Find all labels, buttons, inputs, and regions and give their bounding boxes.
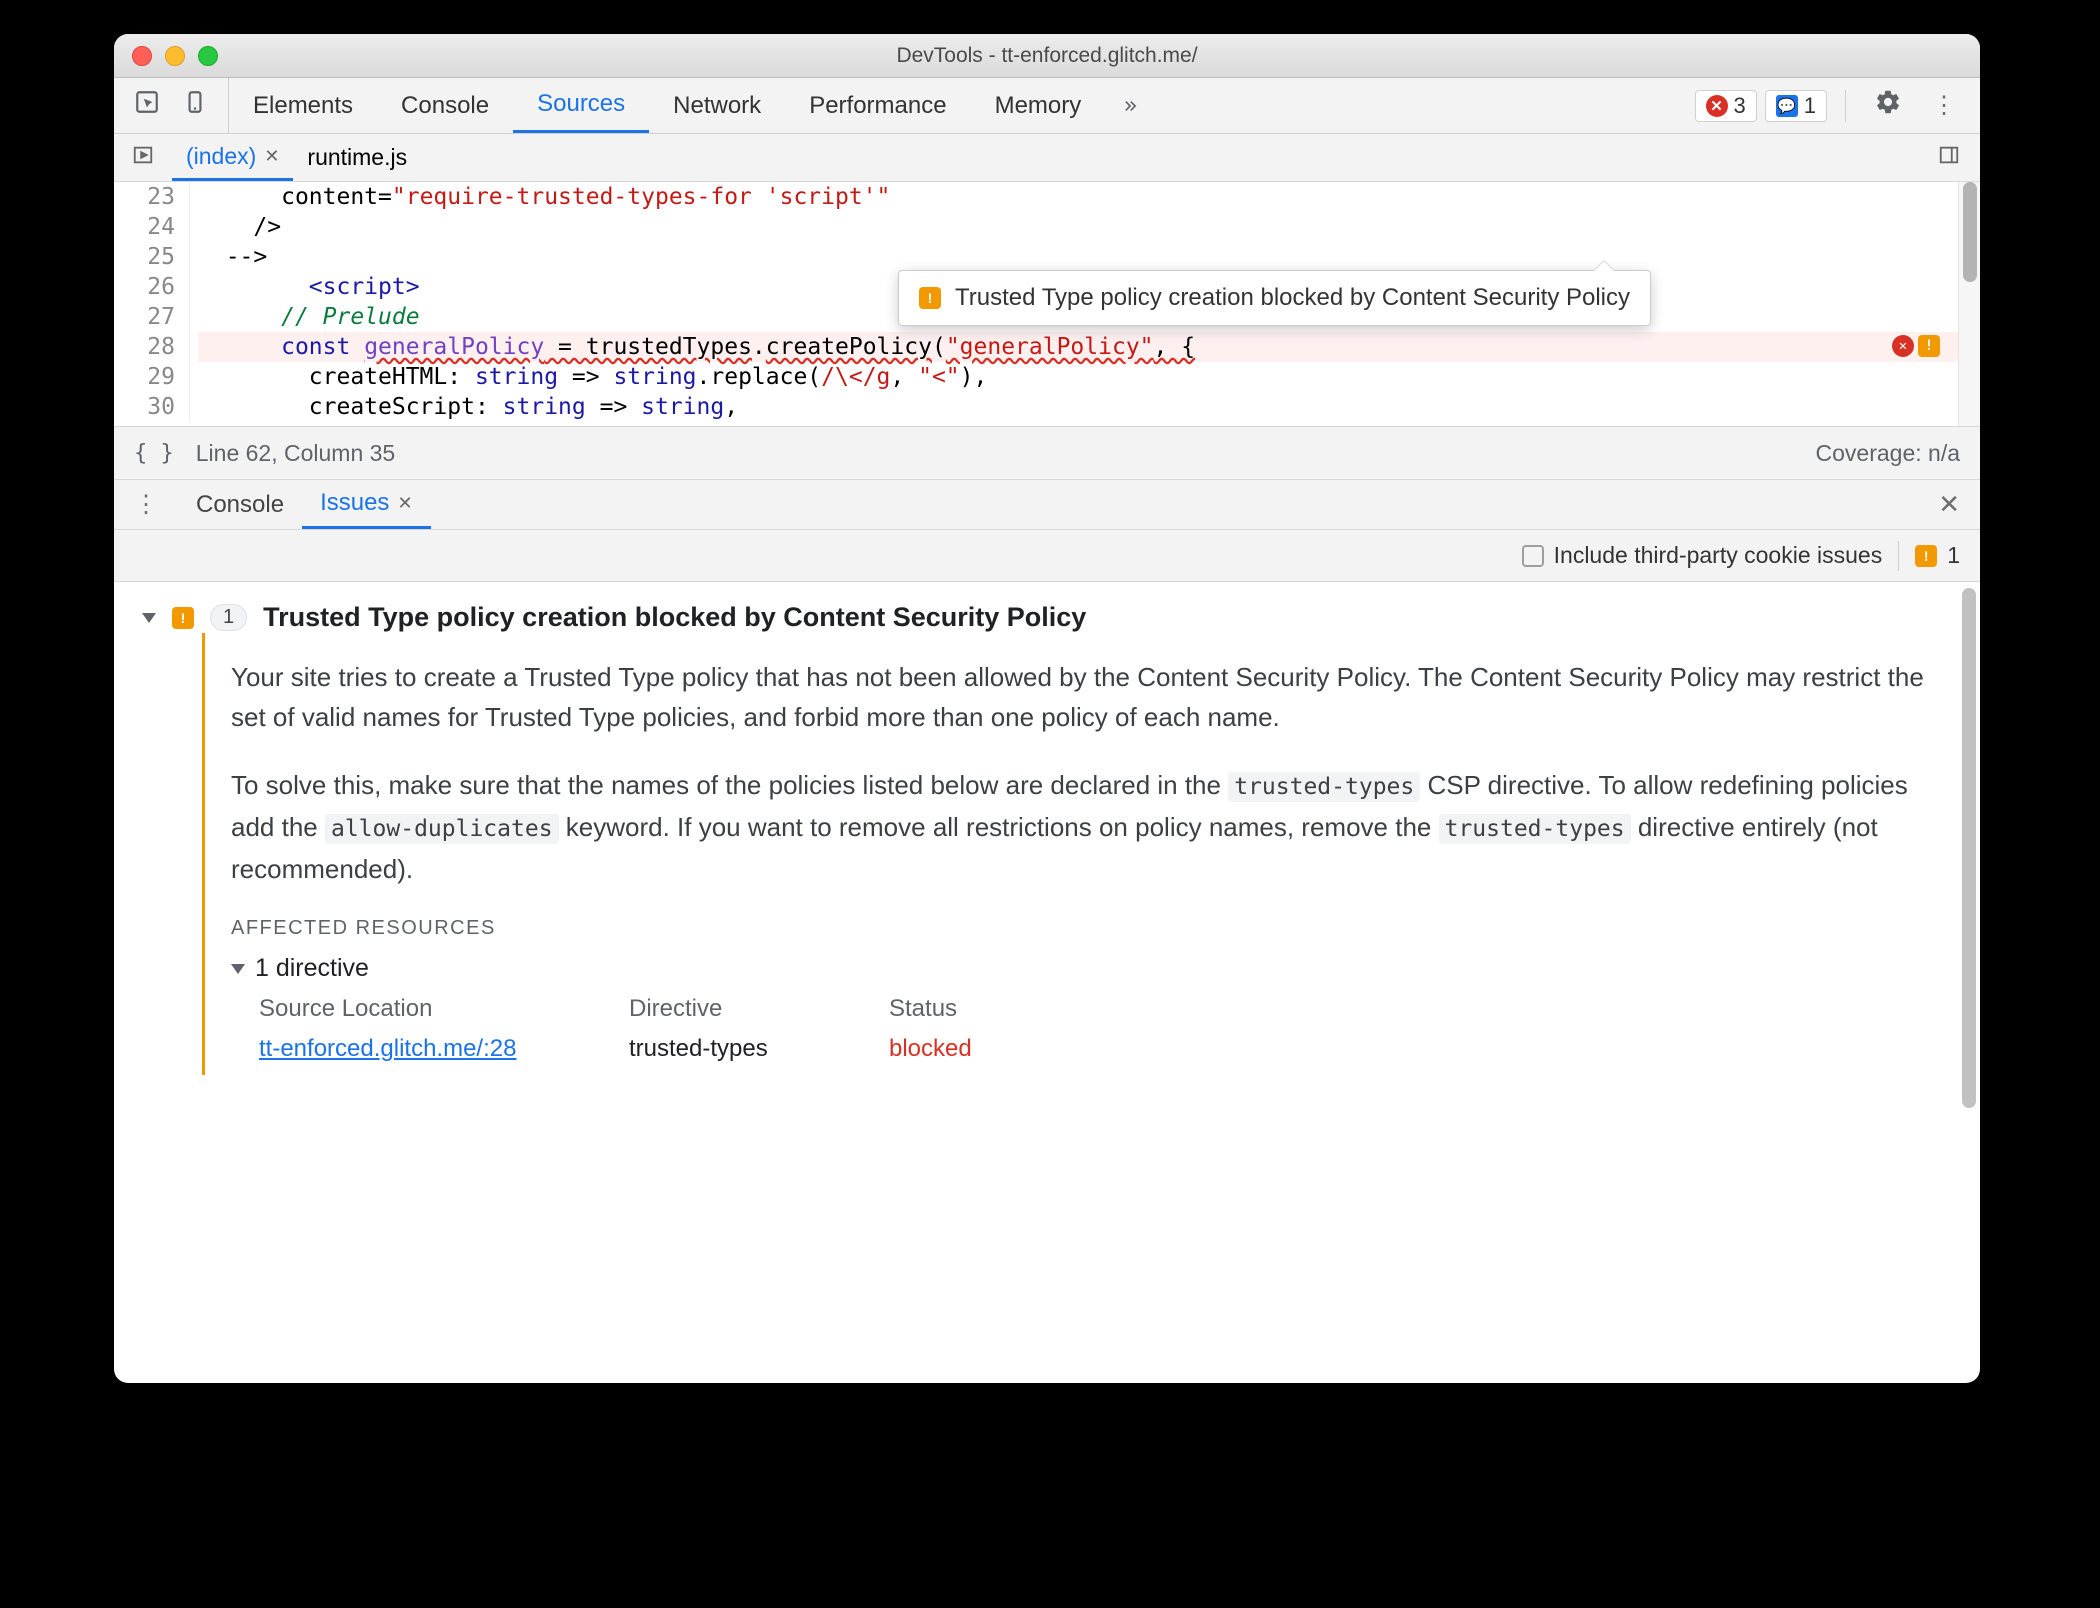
error-count-badge[interactable]: ✕ 3 [1695, 90, 1757, 122]
drawer-tabs: ⋮ ConsoleIssues✕ ✕ [114, 480, 1980, 530]
settings-button[interactable] [1864, 88, 1912, 123]
show-debugger-button[interactable] [1918, 144, 1980, 172]
directive-value: trusted-types [629, 1035, 839, 1063]
tab-performance[interactable]: Performance [785, 78, 970, 133]
more-options-button[interactable]: ⋮ [1920, 91, 1968, 120]
source-editor[interactable]: 2324252627282930 content="require-truste… [114, 182, 1980, 426]
scrollbar-thumb[interactable] [1962, 588, 1976, 1108]
minimize-window-button[interactable] [165, 46, 185, 66]
col-source-location: Source Location [259, 995, 579, 1023]
source-location-link[interactable]: tt-enforced.glitch.me/:28 [259, 1035, 516, 1062]
tab-memory[interactable]: Memory [971, 78, 1106, 133]
tab-network[interactable]: Network [649, 78, 785, 133]
editor-statusbar: { } Line 62, Column 35 Coverage: n/a [114, 426, 1980, 480]
drawer-tab-console[interactable]: Console [178, 480, 302, 529]
issue-header[interactable]: ! 1 Trusted Type policy creation blocked… [142, 602, 1952, 633]
chevron-down-icon[interactable] [142, 613, 156, 623]
warning-count: 1 [1947, 542, 1960, 569]
issue-paragraph-1: Your site tries to create a Trusted Type… [231, 657, 1952, 737]
table-header: Source Location Directive Status [259, 995, 1952, 1023]
warning-icon[interactable]: ! [1918, 335, 1940, 357]
col-directive: Directive [629, 995, 839, 1023]
message-icon: 💬 [1776, 95, 1798, 117]
message-count-badge[interactable]: 💬 1 [1765, 90, 1827, 122]
drawer-tab-issues[interactable]: Issues✕ [302, 480, 430, 529]
zoom-window-button[interactable] [198, 46, 218, 66]
table-row: tt-enforced.glitch.me/:28 trusted-types … [259, 1035, 1952, 1063]
issue-paragraph-2: To solve this, make sure that the names … [231, 765, 1952, 889]
file-tabs: (index)✕runtime.js [114, 134, 1980, 182]
col-status: Status [889, 995, 1029, 1023]
chevron-down-icon[interactable] [231, 964, 245, 974]
cursor-position: Line 62, Column 35 [196, 440, 395, 467]
file-tab[interactable]: runtime.js [293, 134, 421, 181]
error-count: 3 [1734, 93, 1746, 119]
main-tabs: ElementsConsoleSourcesNetworkPerformance… [114, 78, 1980, 134]
pretty-print-button[interactable]: { } [134, 441, 174, 466]
tab-elements[interactable]: Elements [229, 78, 377, 133]
include-third-party-checkbox[interactable]: Include third-party cookie issues [1522, 542, 1883, 569]
window-title: DevTools - tt-enforced.glitch.me/ [114, 44, 1980, 68]
issue-content: Your site tries to create a Trusted Type… [202, 633, 1952, 1075]
directive-summary-row[interactable]: 1 directive [231, 954, 1952, 983]
directive-summary: 1 directive [255, 954, 369, 983]
message-count: 1 [1804, 93, 1816, 119]
separator [1845, 90, 1846, 122]
issues-toolbar: Include third-party cookie issues ! 1 [114, 530, 1980, 582]
scrollbar-track[interactable] [1958, 582, 1980, 1383]
warning-icon: ! [172, 607, 194, 629]
issues-warning-count[interactable]: ! 1 [1915, 542, 1960, 569]
issues-panel: ! 1 Trusted Type policy creation blocked… [114, 582, 1980, 1383]
warning-icon: ! [1915, 545, 1937, 567]
checkbox-icon [1522, 545, 1544, 567]
more-tabs-button[interactable] [1105, 78, 1161, 133]
drawer-more-button[interactable]: ⋮ [114, 490, 178, 519]
issue-title: Trusted Type policy creation blocked by … [263, 602, 1086, 633]
line-number-gutter[interactable]: 2324252627282930 [114, 182, 190, 422]
issue-count: 1 [210, 604, 247, 631]
window-controls [132, 46, 218, 66]
scrollbar-thumb[interactable] [1963, 182, 1977, 282]
file-tab[interactable]: (index)✕ [172, 134, 293, 181]
code-inline: allow-duplicates [325, 814, 559, 844]
scrollbar-track[interactable] [1958, 182, 1980, 426]
code-inline: trusted-types [1439, 814, 1631, 844]
titlebar: DevTools - tt-enforced.glitch.me/ [114, 34, 1980, 78]
separator [1898, 541, 1899, 571]
code-inline: trusted-types [1228, 772, 1420, 802]
close-icon[interactable]: ✕ [397, 493, 412, 514]
close-icon[interactable]: ✕ [264, 146, 279, 167]
affected-table: Source Location Directive Status tt-enfo… [259, 995, 1952, 1063]
device-toggle-icon[interactable] [182, 89, 208, 122]
coverage-status: Coverage: n/a [1816, 440, 1960, 467]
error-tooltip: ! Trusted Type policy creation blocked b… [898, 270, 1651, 326]
status-value: blocked [889, 1035, 1029, 1063]
checkbox-label: Include third-party cookie issues [1554, 542, 1883, 569]
affected-resources-heading: AFFECTED RESOURCES [231, 917, 1952, 940]
warning-icon: ! [919, 287, 941, 309]
tab-console[interactable]: Console [377, 78, 513, 133]
tooltip-text: Trusted Type policy creation blocked by … [955, 284, 1630, 312]
devtools-window: DevTools - tt-enforced.glitch.me/ Elemen… [114, 34, 1980, 1383]
inspect-icon[interactable] [134, 89, 160, 122]
show-navigator-button[interactable] [114, 144, 172, 172]
close-drawer-button[interactable]: ✕ [1918, 489, 1980, 520]
error-icon[interactable]: ✕ [1892, 335, 1914, 357]
tab-sources[interactable]: Sources [513, 78, 649, 133]
error-icon: ✕ [1706, 95, 1728, 117]
close-window-button[interactable] [132, 46, 152, 66]
